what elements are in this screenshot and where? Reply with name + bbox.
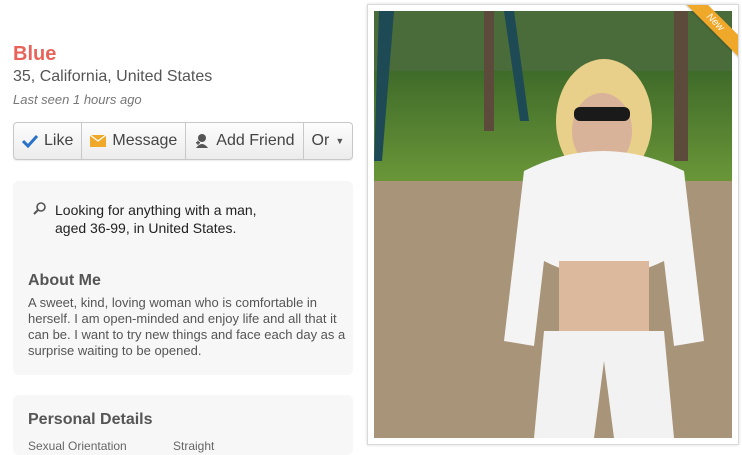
personal-details-heading: Personal Details xyxy=(28,411,153,428)
looking-for-line1: Looking for anything with a man, xyxy=(55,202,257,218)
profile-name: Blue xyxy=(13,43,57,65)
checkmark-icon xyxy=(22,134,38,148)
detail-key: Sexual Orientation xyxy=(28,439,127,453)
profile-photo-frame[interactable]: New xyxy=(367,4,739,445)
looking-for-line2: aged 36-99, in United States. xyxy=(55,220,237,236)
profile-location: 35, California, United States xyxy=(13,68,213,85)
like-label: Like xyxy=(44,132,74,149)
profile-photo[interactable] xyxy=(374,11,732,438)
looking-for: Looking for anything with a man, aged 36… xyxy=(33,201,275,237)
envelope-icon xyxy=(90,135,107,147)
message-label: Message xyxy=(112,132,178,149)
add-person-icon xyxy=(194,133,210,149)
about-heading: About Me xyxy=(28,272,101,289)
profile-summary-panel: Looking for anything with a man, aged 36… xyxy=(13,181,353,375)
last-seen: Last seen 1 hours ago xyxy=(13,92,142,107)
detail-value: Straight xyxy=(173,439,215,453)
detail-row: Sexual Orientation Straight xyxy=(28,439,348,453)
message-button[interactable]: Message xyxy=(82,123,187,159)
search-icon xyxy=(33,201,47,237)
add-friend-button[interactable]: Add Friend xyxy=(186,123,304,159)
or-dropdown-button[interactable]: Or ▼ xyxy=(304,123,353,159)
or-label: Or xyxy=(311,132,330,149)
add-friend-label: Add Friend xyxy=(216,132,295,149)
about-text: A sweet, kind, loving woman who is comfo… xyxy=(28,295,346,358)
caret-down-icon: ▼ xyxy=(335,136,345,146)
personal-details-panel: Personal Details Sexual Orientation Stra… xyxy=(13,395,353,455)
like-button[interactable]: Like xyxy=(14,123,83,159)
action-button-group: Like Message Add Friend Or ▼ xyxy=(13,122,354,160)
